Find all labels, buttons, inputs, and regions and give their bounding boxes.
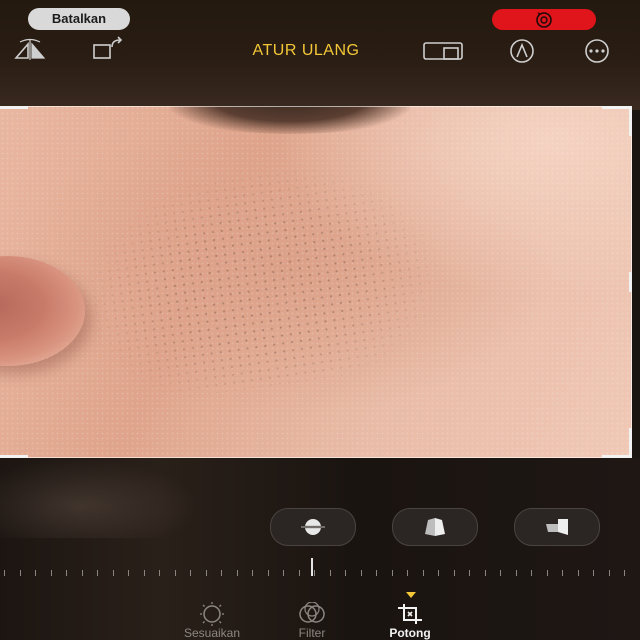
more-icon[interactable] (578, 38, 616, 64)
rotate-icon[interactable] (90, 36, 126, 62)
ruler-tick (593, 570, 594, 576)
live-photo-icon (536, 12, 552, 28)
tab-adjust-label: Sesuaikan (183, 626, 241, 640)
angle-ruler[interactable] (0, 556, 640, 580)
ruler-tick (128, 570, 129, 576)
ruler-tick (423, 570, 424, 576)
tab-filter[interactable]: Filter (262, 602, 362, 640)
ruler-tick (531, 570, 532, 576)
live-photo-button[interactable] (492, 9, 596, 30)
ruler-tick (51, 570, 52, 576)
ruler-tick (237, 570, 238, 576)
ruler-tick (20, 570, 21, 576)
ruler-tick (159, 570, 160, 576)
horizontal-perspective-icon (546, 519, 568, 535)
ruler-tick (4, 570, 5, 576)
tab-adjust[interactable]: Sesuaikan (162, 602, 262, 640)
flip-vertical-icon[interactable] (10, 38, 50, 62)
ruler-tick (330, 570, 331, 576)
ruler-center-marker (311, 558, 313, 576)
ruler-tick (392, 570, 393, 576)
ruler-tick (221, 570, 222, 576)
ruler-tick (454, 570, 455, 576)
crop-icon (398, 604, 422, 624)
straighten-icon (301, 519, 325, 535)
ruler-tick (516, 570, 517, 576)
vertical-perspective-button[interactable] (392, 508, 478, 546)
ruler-tick (547, 570, 548, 576)
ruler-tick (175, 570, 176, 576)
markup-icon[interactable] (504, 38, 540, 64)
tab-crop-label: Potong (389, 626, 431, 640)
straighten-button[interactable] (270, 508, 356, 546)
ruler-tick (206, 570, 207, 576)
vertical-perspective-icon (425, 518, 445, 536)
ruler-tick (485, 570, 486, 576)
ruler-tick (438, 570, 439, 576)
ruler-tick (578, 570, 579, 576)
ruler-tick (144, 570, 145, 576)
ruler-tick (376, 570, 377, 576)
ruler-tick (268, 570, 269, 576)
ruler-tick (624, 570, 625, 576)
ruler-tick (500, 570, 501, 576)
ruler-tick (113, 570, 114, 576)
ruler-tick (35, 570, 36, 576)
ruler-tick (283, 570, 284, 576)
adjust-icon (200, 602, 224, 626)
ruler-tick (609, 570, 610, 576)
aspect-ratio-icon[interactable] (422, 40, 466, 62)
ruler-tick (66, 570, 67, 576)
photo-preview[interactable] (0, 106, 632, 458)
active-tab-indicator (406, 592, 416, 598)
tab-crop[interactable]: Potong (360, 602, 460, 640)
ruler-tick (97, 570, 98, 576)
filter-icon (299, 602, 325, 623)
reset-button[interactable]: ATUR ULANG (226, 40, 386, 62)
ruler-tick (562, 570, 563, 576)
ruler-tick (361, 570, 362, 576)
horizontal-perspective-button[interactable] (514, 508, 600, 546)
ruler-tick (299, 570, 300, 576)
ruler-tick (407, 570, 408, 576)
ruler-tick (345, 570, 346, 576)
tab-filter-label: Filter (298, 626, 326, 640)
ruler-tick (190, 570, 191, 576)
ruler-tick (314, 570, 315, 576)
ruler-tick (252, 570, 253, 576)
ruler-tick (82, 570, 83, 576)
ruler-tick (469, 570, 470, 576)
cancel-button[interactable]: Batalkan (28, 8, 130, 30)
